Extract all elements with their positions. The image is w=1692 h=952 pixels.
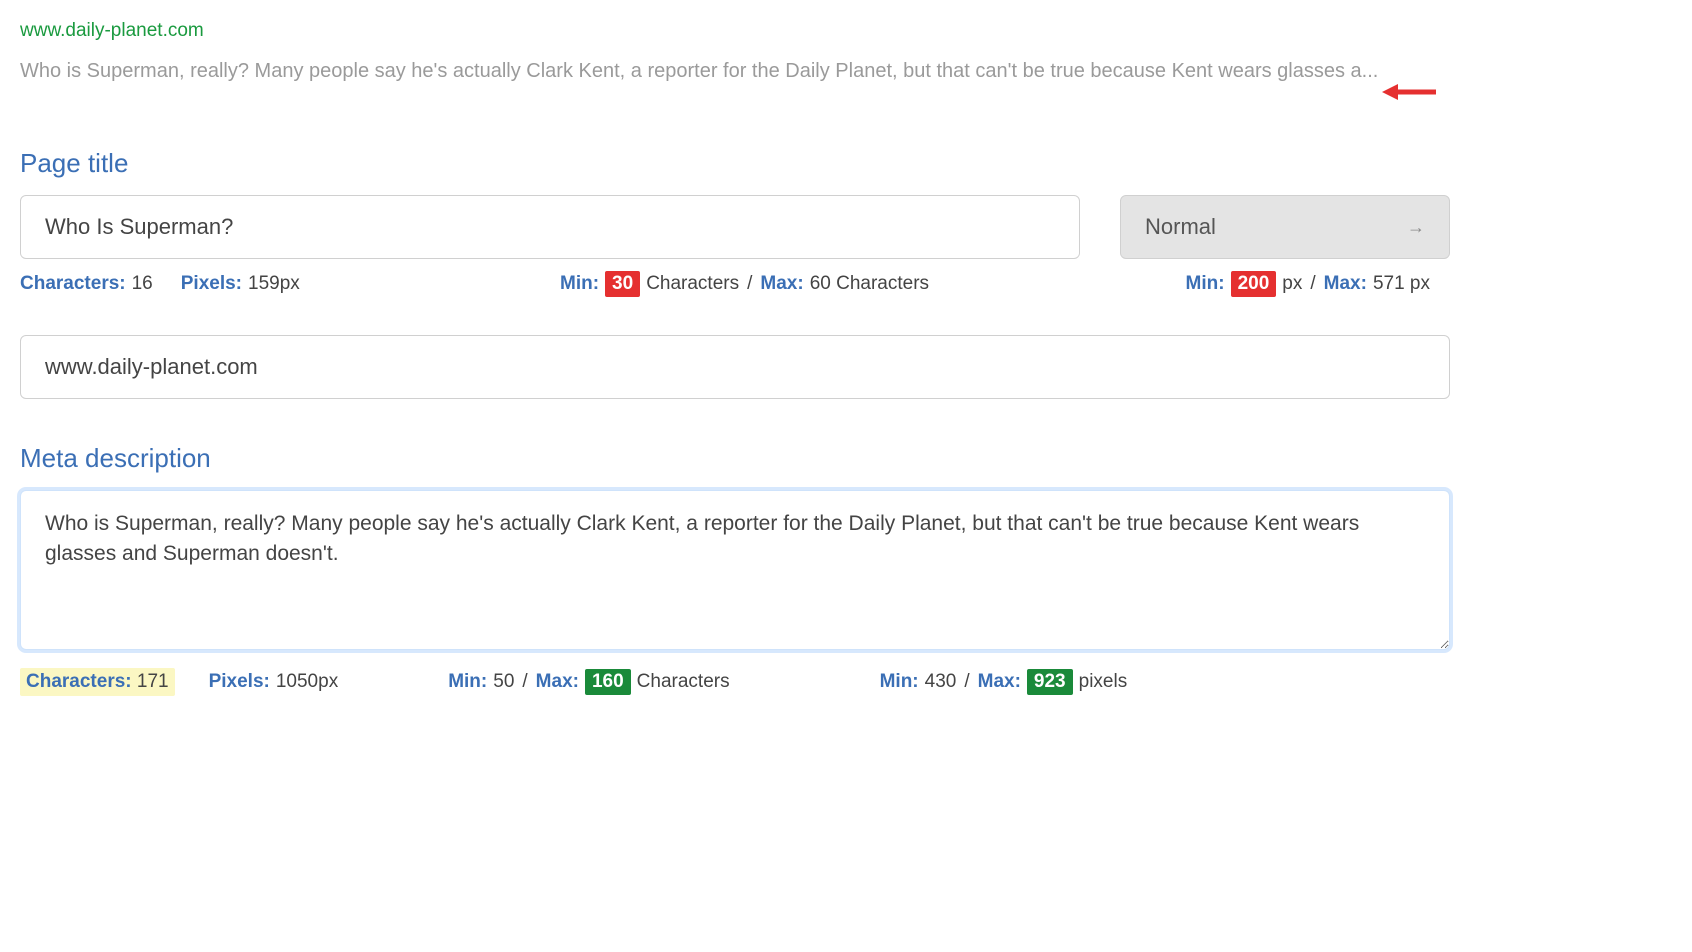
title-min-px-badge: 200 (1231, 271, 1277, 297)
meta-char-range: Min: 50 / Max: 160 Characters (448, 669, 729, 695)
page-title-input[interactable] (20, 195, 1080, 259)
title-pixel-range: Min: 200 px / Max: 571 px (1186, 271, 1430, 297)
title-style-dropdown[interactable]: Normal → (1120, 195, 1450, 259)
title-pixels-count: Pixels: 159px (181, 273, 300, 295)
title-characters-count: Characters: 16 (20, 273, 153, 295)
meta-characters-count: Characters: 171 (20, 668, 175, 696)
meta-pixel-range: Min: 430 / Max: 923 pixels (880, 669, 1128, 695)
meta-pixels-count: Pixels: 1050px (209, 671, 339, 693)
meta-max-px-badge: 923 (1027, 669, 1073, 695)
meta-description-textarea[interactable] (20, 490, 1450, 650)
annotation-arrow-icon (1382, 82, 1436, 108)
title-char-range: Min: 30 Characters / Max: 60 Characters (560, 271, 929, 297)
page-title-heading: Page title (20, 148, 1450, 179)
serp-preview-description-row: Who is Superman, really? Many people say… (20, 56, 1450, 108)
arrow-right-icon: → (1407, 217, 1425, 238)
meta-max-chars-badge: 160 (585, 669, 631, 695)
serp-preview-description: Who is Superman, really? Many people say… (20, 56, 1378, 86)
meta-description-heading: Meta description (20, 443, 1450, 474)
title-style-dropdown-label: Normal (1145, 214, 1216, 240)
page-url-input[interactable] (20, 335, 1450, 399)
title-min-chars-badge: 30 (605, 271, 640, 297)
serp-preview-url: www.daily-planet.com (20, 20, 1450, 42)
